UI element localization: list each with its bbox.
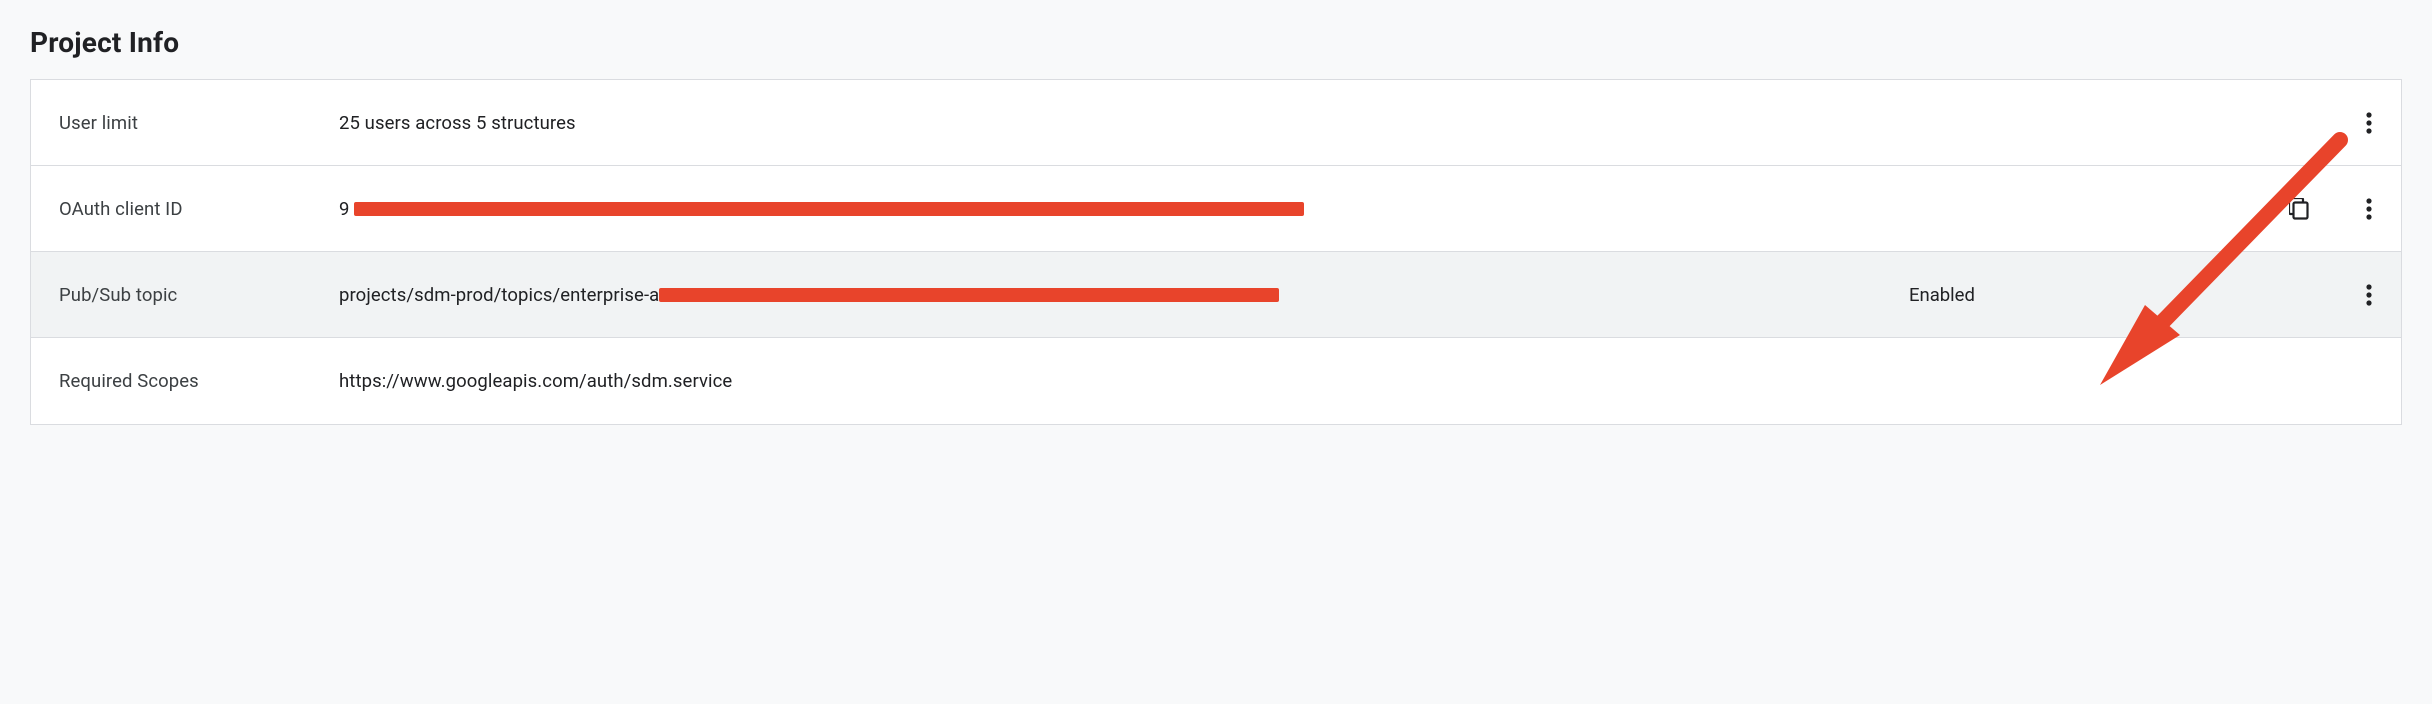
row-pubsub-topic: Pub/Sub topic projects/sdm-prod/topics/e… [31,252,2401,338]
row-required-scopes: Required Scopes https://www.googleapis.c… [31,338,2401,424]
pubsub-label: Pub/Sub topic [59,284,339,306]
more-vert-icon [2366,283,2372,307]
pubsub-status: Enabled [1909,284,2269,306]
pubsub-value-prefix: projects/sdm-prod/topics/enterprise-a [339,284,659,306]
row-user-limit: User limit 25 users across 5 structures [31,80,2401,166]
pubsub-value: projects/sdm-prod/topics/enterprise-a [339,284,1909,306]
more-vert-icon [2366,111,2372,135]
more-vert-icon [2366,197,2372,221]
project-info-card: User limit 25 users across 5 structures … [30,79,2402,425]
user-limit-value: 25 users across 5 structures [339,112,1909,134]
oauth-label: OAuth client ID [59,198,339,220]
scopes-label: Required Scopes [59,370,339,392]
copy-icon [2289,198,2309,220]
oauth-value-prefix: 9 [339,198,350,220]
redaction-bar [354,202,1304,216]
row-oauth-client-id: OAuth client ID 9 [31,166,2401,252]
redaction-bar [659,288,1279,302]
user-limit-more-button[interactable] [2349,103,2389,143]
user-limit-label: User limit [59,112,339,134]
oauth-copy-button[interactable] [2279,189,2319,229]
oauth-value: 9 [339,198,1909,220]
section-title: Project Info [30,26,2402,59]
oauth-more-button[interactable] [2349,189,2389,229]
pubsub-more-button[interactable] [2349,275,2389,315]
scopes-value: https://www.googleapis.com/auth/sdm.serv… [339,370,1909,392]
